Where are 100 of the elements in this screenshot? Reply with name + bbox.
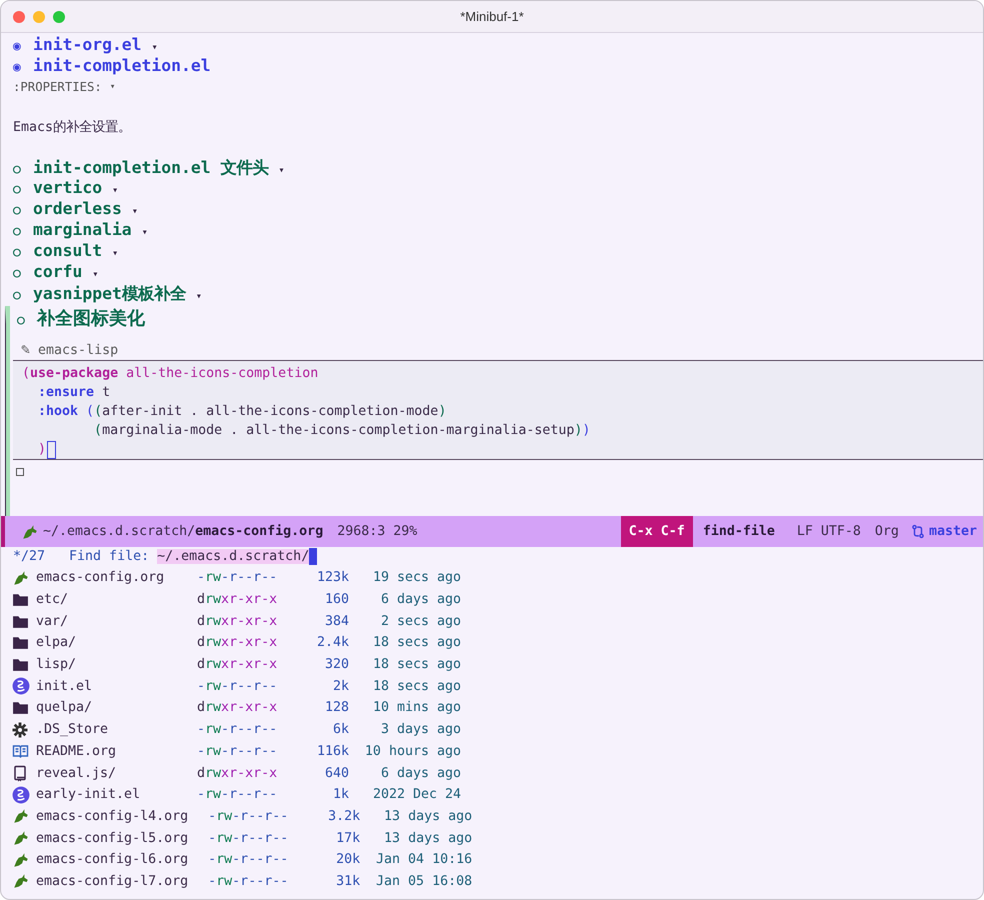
fold-toggle[interactable]: ▾ bbox=[152, 42, 158, 53]
fold-toggle[interactable]: ▾ bbox=[112, 248, 118, 259]
modified-time: 10 hours ago bbox=[364, 744, 461, 759]
file-name[interactable]: etc/ bbox=[36, 592, 197, 608]
heading-bullet: ○ bbox=[13, 203, 22, 218]
fold-toggle[interactable]: ▾ bbox=[132, 206, 138, 217]
file-size: 3.2k bbox=[327, 808, 360, 824]
code-line: (marginalia-mode . all-the-icons-completion-marginalia-setup)) bbox=[93, 423, 590, 438]
folder-icon bbox=[12, 656, 29, 674]
file-size: 128 bbox=[324, 700, 349, 716]
file-size: 1k bbox=[332, 787, 349, 802]
code-line: :hook ((after-init . all-the-icons-completion-mode) bbox=[37, 404, 446, 419]
encoding-label[interactable]: LF UTF-8 bbox=[796, 524, 861, 539]
major-mode-label[interactable]: Org bbox=[874, 524, 899, 539]
horned-head-icon bbox=[12, 568, 30, 587]
fold-toggle[interactable]: ▾ bbox=[110, 82, 116, 92]
pencil-glyph: ✎ bbox=[21, 340, 30, 358]
fringe-square-icon bbox=[16, 468, 24, 476]
heading-title[interactable]: corfu bbox=[33, 262, 82, 281]
modified-time: 19 secs ago bbox=[372, 570, 461, 586]
file-name[interactable]: early-init.el bbox=[36, 787, 197, 802]
folder-icon bbox=[12, 699, 29, 716]
file-permissions: -rw-r--r-- bbox=[208, 874, 290, 889]
modified-time: 18 secs ago bbox=[372, 657, 461, 672]
text-cursor bbox=[309, 548, 318, 565]
horned-head-icon bbox=[21, 522, 39, 540]
fold-toggle[interactable]: ▾ bbox=[112, 185, 118, 196]
file-name[interactable]: emacs-config-l5.org bbox=[36, 830, 208, 846]
prompt-label: Find file: bbox=[69, 549, 150, 564]
fold-toggle[interactable]: ▾ bbox=[142, 227, 148, 238]
minimize-button[interactable] bbox=[33, 10, 45, 22]
file-size: 160 bbox=[324, 592, 349, 608]
modified-time: 2022 Dec 24 bbox=[372, 787, 461, 802]
file-name[interactable]: init.el bbox=[36, 678, 197, 694]
file-name[interactable]: README.org bbox=[36, 744, 197, 759]
file-size: 2.4k bbox=[316, 635, 349, 650]
window-title: *Minibuf-1* bbox=[460, 9, 524, 24]
open-book-icon bbox=[12, 743, 29, 760]
modified-time: 2 secs ago bbox=[380, 614, 461, 629]
heading-bullet: ○ bbox=[13, 245, 22, 260]
file-permissions: -rw-r--r-- bbox=[208, 852, 290, 868]
modified-time: 6 days ago bbox=[380, 766, 461, 781]
close-button[interactable] bbox=[13, 10, 25, 22]
modified-time: 18 secs ago bbox=[372, 678, 461, 694]
modified-time: 13 days ago bbox=[383, 830, 472, 846]
modified-time: Jan 04 10:16 bbox=[375, 852, 472, 868]
file-name[interactable]: emacs-config-l7.org bbox=[36, 874, 208, 889]
file-size: 17k bbox=[335, 830, 360, 846]
key-sequence: C-x C-f bbox=[620, 516, 693, 547]
file-permissions: drwxr-xr-x bbox=[197, 657, 278, 672]
file-path: ~/.emacs.d.scratch/emacs-config.org bbox=[43, 524, 324, 539]
file-size: 640 bbox=[324, 766, 349, 781]
file-name[interactable]: emacs-config.org bbox=[36, 570, 197, 586]
file-permissions: drwxr-xr-x bbox=[197, 635, 278, 650]
heading-title[interactable]: init-org.el bbox=[33, 35, 142, 54]
settings-icon bbox=[12, 722, 28, 738]
file-name[interactable]: lisp/ bbox=[36, 657, 197, 672]
horned-head-icon bbox=[12, 829, 30, 848]
heading-title[interactable]: init-completion.el bbox=[33, 56, 211, 75]
fold-toggle[interactable]: ▾ bbox=[196, 291, 202, 302]
horned-head-icon bbox=[12, 850, 30, 869]
fold-toggle[interactable]: ▾ bbox=[278, 165, 285, 176]
folder-icon bbox=[12, 591, 29, 608]
heading-title[interactable]: consult bbox=[33, 241, 102, 260]
file-name[interactable]: reveal.js/ bbox=[36, 766, 197, 781]
modified-time: 13 days ago bbox=[383, 808, 472, 824]
heading-title[interactable]: 补全图标美化 bbox=[37, 306, 145, 330]
file-name[interactable]: var/ bbox=[36, 614, 197, 629]
file-name[interactable]: emacs-config-l4.org bbox=[36, 808, 208, 824]
heading-bullet: ○ bbox=[13, 266, 22, 281]
file-permissions: -rw-r--r-- bbox=[197, 744, 278, 759]
heading-bullet: ◉ bbox=[13, 39, 22, 54]
heading-title[interactable]: orderless bbox=[33, 199, 122, 218]
zoom-button[interactable] bbox=[53, 10, 65, 22]
file-permissions: drwxr-xr-x bbox=[197, 614, 278, 629]
heading-title[interactable]: vertico bbox=[33, 178, 102, 197]
heading-bullet: ○ bbox=[13, 288, 22, 303]
file-name[interactable]: emacs-config-l6.org bbox=[36, 852, 208, 868]
horned-head-icon bbox=[12, 872, 30, 890]
modified-time: 18 secs ago bbox=[372, 635, 461, 650]
heading-bullet: ◉ bbox=[13, 60, 22, 75]
command-name: find-file bbox=[702, 524, 775, 539]
heading-title[interactable]: yasnippet模板补全 bbox=[33, 283, 186, 305]
properties-drawer[interactable]: :PROPERTIES: bbox=[13, 80, 102, 94]
file-size: 123k bbox=[316, 570, 349, 586]
heading-title[interactable]: marginalia bbox=[33, 220, 132, 239]
horned-head-icon bbox=[12, 807, 30, 826]
swirl-circle-icon bbox=[12, 677, 30, 696]
heading-title[interactable]: init-completion.el 文件头 bbox=[33, 157, 268, 179]
input-field[interactable]: ~/.emacs.d.scratch/ bbox=[157, 549, 310, 564]
file-name[interactable]: quelpa/ bbox=[36, 700, 197, 716]
file-name[interactable]: .DS_Store bbox=[36, 722, 197, 738]
fold-toggle[interactable]: ▾ bbox=[92, 269, 98, 280]
file-size: 320 bbox=[324, 657, 349, 672]
file-size: 116k bbox=[316, 744, 349, 759]
code-line: (use-package all-the-icons-completion bbox=[22, 366, 318, 381]
file-permissions: -rw-r--r-- bbox=[208, 830, 290, 846]
modified-time: 6 days ago bbox=[380, 592, 461, 608]
file-name[interactable]: elpa/ bbox=[36, 635, 197, 650]
heading-bullet: ○ bbox=[13, 162, 22, 177]
